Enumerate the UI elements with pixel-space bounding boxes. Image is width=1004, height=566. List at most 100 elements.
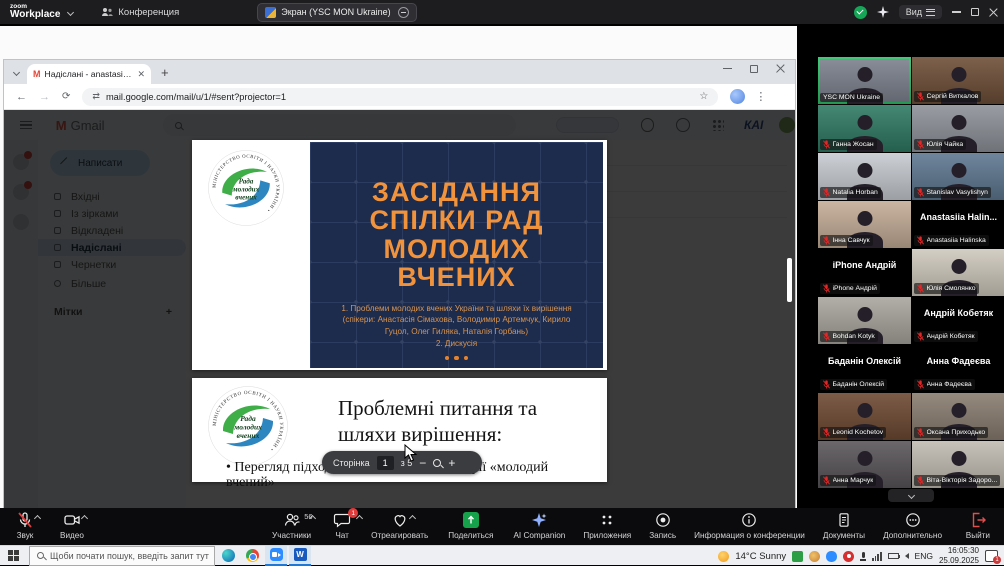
toolbar-apps-button[interactable]: Приложения bbox=[577, 511, 637, 540]
toolbar-audio-button[interactable]: Звук bbox=[10, 511, 40, 540]
browser-menu-icon[interactable]: ⋮ bbox=[755, 90, 766, 103]
language-indicator[interactable]: ENG bbox=[915, 551, 933, 561]
site-info-icon[interactable]: ⇄ bbox=[92, 91, 100, 102]
panel-scroll-down-button[interactable] bbox=[888, 489, 934, 502]
tray-zoom-icon[interactable] bbox=[826, 551, 837, 562]
participant-tile[interactable]: Natalia Horban bbox=[818, 153, 911, 200]
window-minimize-button[interactable] bbox=[952, 11, 961, 13]
more-icon bbox=[905, 512, 921, 528]
participant-tile[interactable]: Ганна Жосан bbox=[818, 105, 911, 152]
weather-sun-icon[interactable] bbox=[718, 551, 729, 562]
participant-tile[interactable]: Анна Марчук bbox=[818, 441, 911, 488]
tray-app-icon[interactable] bbox=[809, 551, 820, 562]
tab-search-icon[interactable] bbox=[13, 68, 20, 75]
browser-maximize-button[interactable] bbox=[750, 65, 758, 73]
url-text: mail.google.com/mail/u/1/#sent?projector… bbox=[106, 92, 286, 102]
info-icon bbox=[741, 512, 757, 528]
page-number-input[interactable]: 1 bbox=[377, 456, 394, 470]
forward-button[interactable]: → bbox=[39, 91, 50, 103]
toolbar-documents-button[interactable]: Документы bbox=[817, 511, 871, 540]
tab-meeting-label: Конференция bbox=[118, 7, 179, 18]
ai-sparkle-icon[interactable] bbox=[877, 6, 889, 18]
participant-tile[interactable]: Андрій КобетякАндрій Кобетяк bbox=[912, 297, 1004, 344]
tray-mic-icon[interactable] bbox=[860, 552, 866, 561]
workspace-dropdown-icon[interactable] bbox=[67, 8, 74, 15]
toolbar-chat-button[interactable]: 1 Чат bbox=[327, 511, 357, 540]
browser-tab[interactable]: M Надіслані - anastasia.simakho ✕ bbox=[27, 64, 151, 84]
shared-screen-area: M Надіслані - anastasia.simakho ✕ + ← → … bbox=[0, 26, 797, 508]
bookmark-star-icon[interactable]: ☆ bbox=[699, 91, 708, 102]
toolbar-meeting-info-button[interactable]: Информация о конференции bbox=[688, 511, 811, 540]
participant-tile[interactable]: Юлія Чайка bbox=[912, 105, 1004, 152]
reload-button[interactable]: ⟳ bbox=[62, 91, 70, 102]
toolbar-participants-button[interactable]: 56 Участники bbox=[266, 511, 317, 540]
taskbar-clock[interactable]: 16:05:30 25.09.2025 bbox=[939, 546, 979, 565]
zoom-out-button[interactable]: − bbox=[419, 457, 426, 469]
toolbar-share-button[interactable]: Поделиться bbox=[442, 511, 499, 540]
participant-tile[interactable]: iPhone АндрійiPhone Андрій bbox=[818, 249, 911, 296]
view-label: Вид bbox=[906, 7, 922, 17]
participant-tile[interactable]: Інна Савчук bbox=[818, 201, 911, 248]
browser-profile-avatar[interactable] bbox=[730, 89, 745, 104]
chat-options-icon[interactable] bbox=[356, 515, 363, 522]
window-close-button[interactable] bbox=[989, 8, 998, 17]
windows-taskbar: Щоби почати пошук, введіть запит тут W 1… bbox=[0, 545, 1004, 565]
participant-tile[interactable]: Анна ФадеєваАнна Фадеєва bbox=[912, 345, 1004, 392]
toolbar-leave-button[interactable]: Выйти bbox=[960, 511, 996, 540]
network-icon[interactable] bbox=[872, 552, 881, 561]
video-options-icon[interactable] bbox=[81, 515, 88, 522]
participant-tile[interactable]: Баданін ОлексійБаданін Олексій bbox=[818, 345, 911, 392]
zoom-fit-icon[interactable] bbox=[433, 459, 441, 467]
battery-icon[interactable] bbox=[888, 553, 899, 559]
toolbar-ai-companion-button[interactable]: AI Companion bbox=[507, 511, 571, 540]
react-options-icon[interactable] bbox=[409, 515, 416, 522]
mic-muted-icon bbox=[823, 188, 830, 197]
minimize-share-icon[interactable] bbox=[398, 7, 409, 18]
taskbar-chrome-icon[interactable] bbox=[241, 546, 263, 566]
browser-minimize-button[interactable] bbox=[723, 68, 732, 70]
new-tab-button[interactable]: + bbox=[161, 65, 169, 80]
participant-tile[interactable]: Anastasiia Halin...Anastasiia Halinska bbox=[912, 201, 1004, 248]
taskbar-edge-icon[interactable] bbox=[217, 546, 239, 566]
taskbar-word-icon[interactable]: W bbox=[289, 546, 311, 566]
toolbar-record-button[interactable]: Запись bbox=[643, 511, 682, 540]
browser-close-button[interactable] bbox=[776, 64, 785, 73]
participant-name-tag: Віта-Вікторія Задоро... bbox=[914, 475, 1000, 486]
participant-tile[interactable]: Віта-Вікторія Задоро... bbox=[912, 441, 1004, 488]
participant-tile[interactable]: Bohdan Kotyk bbox=[818, 297, 911, 344]
zoom-in-button[interactable]: + bbox=[448, 457, 455, 469]
participant-name-tag: Анна Фадеєва bbox=[914, 379, 975, 390]
taskbar-search-input[interactable]: Щоби почати пошук, введіть запит тут bbox=[29, 546, 215, 566]
toolbar-video-button[interactable]: Видео bbox=[54, 511, 90, 540]
tray-app-icon[interactable] bbox=[792, 551, 803, 562]
toolbar-more-button[interactable]: Дополнительно bbox=[877, 511, 948, 540]
tab-screen-share[interactable]: Экран (YSC MON Ukraine) bbox=[257, 3, 416, 22]
participant-tile[interactable]: Сергій Виткалов bbox=[912, 57, 1004, 104]
back-button[interactable]: ← bbox=[16, 91, 27, 103]
participant-name: Ганна Жосан bbox=[833, 141, 874, 148]
participant-tile[interactable]: YSC MON Ukraine bbox=[818, 57, 911, 104]
speaker-icon[interactable] bbox=[905, 553, 909, 559]
start-button[interactable] bbox=[8, 550, 19, 561]
audio-options-icon[interactable] bbox=[34, 515, 41, 522]
ai-companion-icon bbox=[531, 512, 547, 528]
tray-record-icon[interactable] bbox=[843, 551, 854, 562]
security-shield-icon[interactable] bbox=[854, 6, 867, 19]
participant-tile[interactable]: Оксана Приходько bbox=[912, 393, 1004, 440]
scrollbar-thumb[interactable] bbox=[787, 258, 792, 302]
participant-tile[interactable]: Юлія Смолянко bbox=[912, 249, 1004, 296]
weather-text[interactable]: 14°C Sunny bbox=[735, 551, 786, 562]
share-screen-icon bbox=[463, 512, 479, 528]
participant-tile[interactable]: Leonid Kochetov bbox=[818, 393, 911, 440]
participant-name-tag: Юлія Смолянко bbox=[914, 283, 979, 294]
toolbar-react-button[interactable]: Отреагировать bbox=[365, 511, 434, 540]
participant-name: YSC MON Ukraine bbox=[823, 94, 880, 101]
url-bar[interactable]: ⇄ mail.google.com/mail/u/1/#sent?project… bbox=[82, 88, 718, 106]
window-maximize-button[interactable] bbox=[971, 8, 979, 16]
notification-center-icon[interactable] bbox=[985, 550, 998, 562]
view-button[interactable]: Вид bbox=[899, 5, 942, 19]
taskbar-zoom-icon[interactable] bbox=[265, 546, 287, 566]
tab-meeting[interactable]: Конференция bbox=[101, 7, 179, 18]
participant-tile[interactable]: Stanislav Vasylishyn bbox=[912, 153, 1004, 200]
tab-close-icon[interactable]: ✕ bbox=[137, 69, 145, 80]
